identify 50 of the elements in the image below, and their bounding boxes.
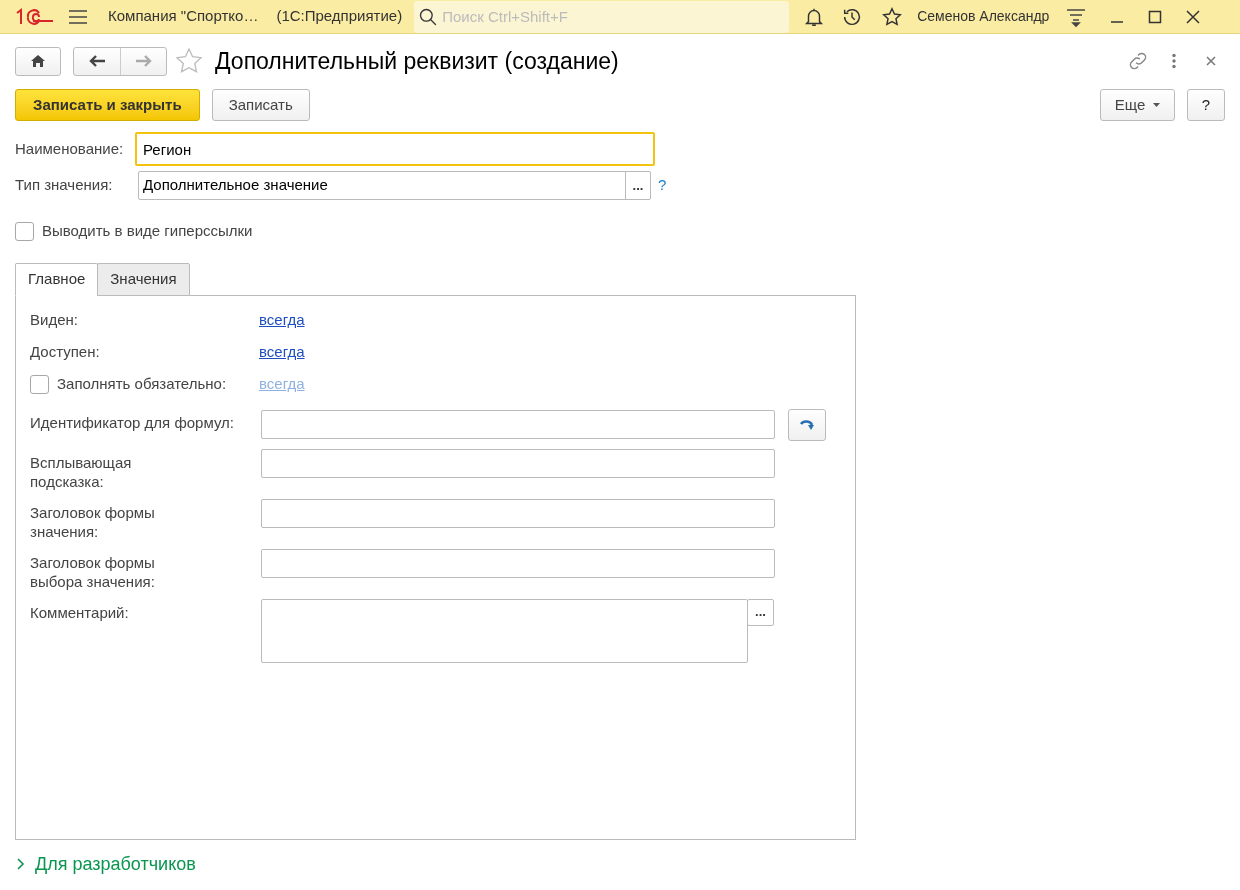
maximize-icon[interactable] [1147, 8, 1164, 25]
app-name: (1С:Предприятие) [276, 6, 403, 27]
home-button[interactable] [15, 46, 61, 76]
text-field[interactable] [261, 410, 775, 439]
text-field[interactable] [261, 548, 775, 578]
field-label: Заголовок формы значения: [30, 502, 156, 541]
more-button[interactable]: Еще [1100, 89, 1175, 121]
field-value: Дополнительное значение [142, 175, 329, 196]
save-and-close-button[interactable]: Записать и закрыть [15, 89, 200, 121]
setting-label: Заполнять обязательно: [57, 374, 227, 395]
search-field[interactable]: Поиск Ctrl+Shift+F [414, 0, 790, 33]
close-icon[interactable] [1185, 8, 1202, 25]
select-button[interactable]: ... [625, 172, 650, 199]
setting-link[interactable]: всегда [259, 309, 305, 332]
field-label: Всплывающая подсказка: [30, 452, 133, 491]
select-button[interactable]: ... [747, 598, 774, 626]
curved-arrow-icon [799, 417, 815, 432]
star-icon[interactable] [881, 5, 904, 28]
caret-icon [1153, 103, 1161, 107]
setting-label: Доступен: [30, 342, 100, 363]
text-field[interactable] [261, 448, 775, 478]
chevron-icon [15, 857, 25, 871]
value-type-field[interactable]: Дополнительное значение ... [138, 171, 651, 200]
field-label: Заголовок формы выбора значения: [30, 552, 156, 591]
save-button[interactable]: Записать [211, 89, 310, 121]
checkbox[interactable] [15, 221, 34, 241]
tab[interactable]: Значения [97, 262, 190, 296]
field-label: Наименование: [15, 138, 125, 159]
more-options-icon[interactable] [1171, 53, 1177, 69]
field-label: Идентификатор для формул: [30, 412, 235, 432]
tab[interactable]: Главное [15, 262, 99, 296]
comment-field[interactable] [261, 598, 748, 663]
field-label: Тип значения: [15, 175, 114, 196]
search-icon [418, 6, 439, 27]
company-name: Компания "Спортко… [108, 6, 259, 27]
user-name[interactable]: Семенов Александр [917, 6, 1050, 27]
setting-label: Виден: [30, 310, 78, 331]
form-title: Дополнительный реквизит (создание) [215, 46, 619, 76]
help-button[interactable]: ? [1187, 89, 1225, 121]
refresh-button[interactable] [788, 408, 826, 441]
field-label: Комментарий: [30, 602, 130, 622]
checkbox-label: Выводить в виде гиперссылки [42, 221, 253, 241]
help-link[interactable]: ? [658, 174, 667, 197]
text-field[interactable] [261, 498, 775, 528]
name-field[interactable]: Регион [135, 132, 655, 166]
home-icon [29, 52, 47, 70]
logo-icon [14, 6, 56, 27]
developers-section-toggle[interactable]: Для разработчиков [15, 850, 196, 878]
link-icon[interactable] [1127, 50, 1149, 72]
setting-link[interactable]: всегда [259, 341, 305, 364]
